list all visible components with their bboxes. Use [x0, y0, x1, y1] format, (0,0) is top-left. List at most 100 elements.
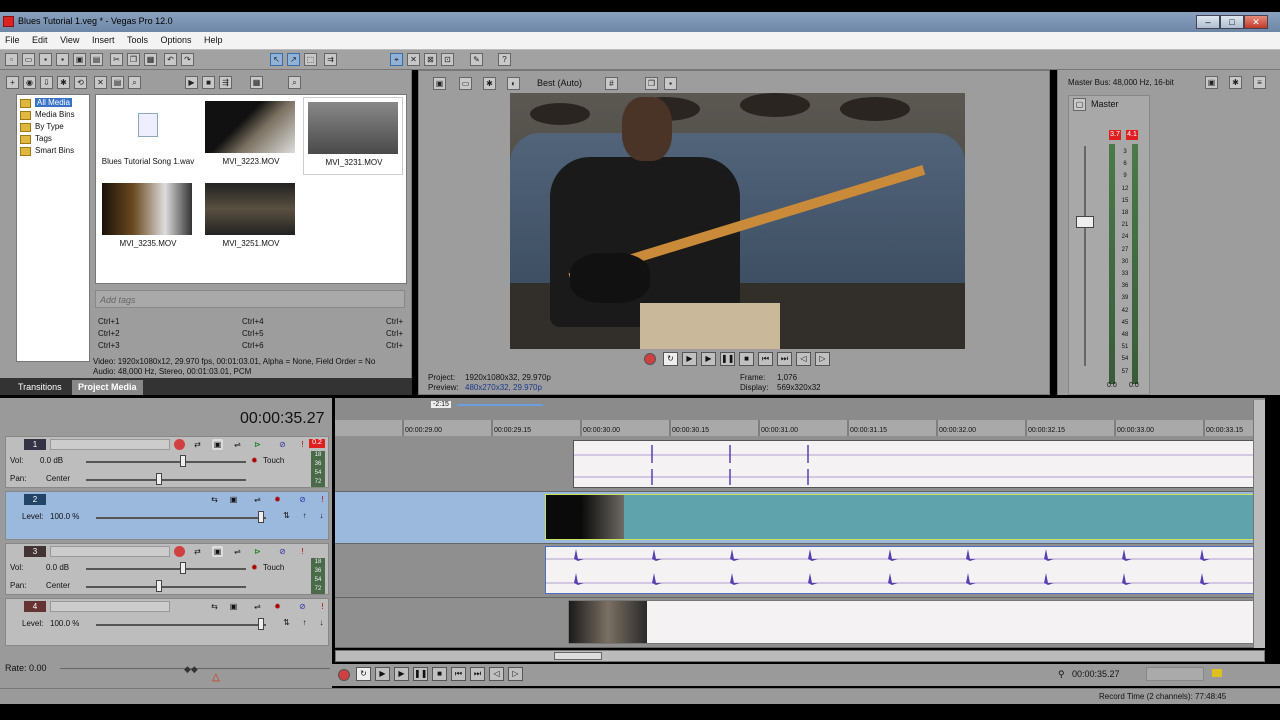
properties-icon[interactable]: ▤: [90, 53, 103, 66]
auto-crossfade-icon[interactable]: ✕: [407, 53, 420, 66]
automation-icon[interactable]: ⇌: [252, 601, 263, 612]
bypass-icon[interactable]: ▣: [212, 439, 223, 450]
mute-icon[interactable]: ⊘: [297, 494, 308, 505]
master-properties-icon[interactable]: ▣: [1205, 76, 1218, 89]
track-header-1[interactable]: 1 ⇄ ▣ ⇌ ⊳ ⊘ ! 0.2 18 36 54 72 Vol: 0.0 dB ✹…: [5, 436, 329, 488]
undo-icon[interactable]: ↶: [164, 53, 177, 66]
preview-properties-icon[interactable]: ▣: [433, 77, 446, 90]
solo-icon[interactable]: !: [297, 546, 308, 557]
tree-item-smart-bins[interactable]: Smart Bins: [35, 146, 74, 155]
remove-unused-icon[interactable]: ⟲: [74, 76, 87, 89]
capture-icon[interactable]: ◉: [23, 76, 36, 89]
tree-item-media-bins[interactable]: Media Bins: [35, 110, 75, 119]
preview-fx-icon[interactable]: ✱: [483, 77, 496, 90]
marker-icon[interactable]: ✎: [470, 53, 483, 66]
rate-knob[interactable]: ◆◆: [184, 664, 198, 675]
snap-icon[interactable]: ⌖: [390, 53, 403, 66]
track-header-4[interactable]: 4 ⇆ ▣ ⇌ ✹ ⊘ ! Level: 100.0 % ⇅ ↑ ↓: [5, 598, 329, 646]
split-screen-icon[interactable]: ◐: [507, 77, 520, 90]
fx-icon[interactable]: ⇄: [192, 439, 203, 450]
record-button[interactable]: [644, 353, 656, 365]
pause-button[interactable]: ❚❚: [413, 667, 428, 681]
new-icon[interactable]: ▫: [5, 53, 18, 66]
automation-mode-dropdown[interactable]: Touch: [263, 456, 284, 465]
external-monitor-icon[interactable]: ▭: [459, 77, 472, 90]
media-fx-icon[interactable]: ✱: [57, 76, 70, 89]
menu-file[interactable]: File: [0, 32, 25, 45]
views-icon[interactable]: ▦: [250, 76, 263, 89]
go-to-end-button[interactable]: ⏭: [470, 667, 485, 681]
volume-slider[interactable]: [86, 461, 246, 463]
lock-envelopes-icon[interactable]: ⊠: [424, 53, 437, 66]
media-item-selected[interactable]: MVI_3231.MOV: [303, 97, 403, 175]
automation-mode-dropdown[interactable]: Touch: [263, 563, 284, 572]
menu-help[interactable]: Help: [199, 32, 228, 45]
play-from-start-button[interactable]: ▶: [682, 352, 697, 366]
go-to-start-button[interactable]: ⏮: [758, 352, 773, 366]
timeline-horizontal-scrollbar[interactable]: [335, 650, 1265, 662]
normal-edit-tool-icon[interactable]: ↖: [270, 53, 283, 66]
video-event-2[interactable]: [545, 494, 1265, 540]
tree-item-by-type[interactable]: By Type: [35, 122, 64, 131]
help-pointer-icon[interactable]: ?: [498, 53, 511, 66]
go-to-end-button[interactable]: ⏭: [777, 352, 792, 366]
menu-insert[interactable]: Insert: [87, 32, 120, 45]
track-header-3[interactable]: 3 ⇄ ▣ ⇌ ⊳ ⊘ ! 18 36 54 72 Vol: 0.0 dB ✹ Tou…: [5, 543, 329, 595]
copy-icon[interactable]: ❐: [127, 53, 140, 66]
tree-item-all-media[interactable]: All Media: [35, 98, 72, 107]
audio-event-3[interactable]: [545, 546, 1265, 594]
pan-knob[interactable]: [156, 473, 162, 485]
track-fx-icon[interactable]: ▣: [228, 494, 239, 505]
ignore-grouping-icon[interactable]: ⊡: [441, 53, 454, 66]
video-event-4[interactable]: [568, 600, 1265, 644]
record-button[interactable]: [338, 669, 350, 681]
maximize-button[interactable]: □: [1220, 15, 1244, 29]
envelope-tool-icon[interactable]: ↗: [287, 53, 300, 66]
auto-preview-icon[interactable]: ⇶: [219, 76, 232, 89]
fx-icon[interactable]: ⇄: [192, 546, 203, 557]
solo-icon[interactable]: !: [317, 494, 328, 505]
solo-icon[interactable]: !: [317, 601, 328, 612]
composite-mode-icon[interactable]: ⇅: [281, 510, 292, 521]
pan-slider[interactable]: [86, 586, 246, 588]
master-fx-icon[interactable]: ✱: [1229, 76, 1242, 89]
track-name-field[interactable]: [50, 546, 170, 557]
timeline-area[interactable]: [335, 400, 1265, 648]
track-name-field[interactable]: [50, 439, 170, 450]
level-slider[interactable]: [96, 517, 266, 519]
child-icon[interactable]: ↓: [316, 617, 327, 628]
master-fader[interactable]: [1076, 216, 1094, 228]
menu-edit[interactable]: Edit: [27, 32, 53, 45]
volume-knob[interactable]: [180, 562, 186, 574]
autoripple-icon[interactable]: ⇉: [324, 53, 337, 66]
play-button[interactable]: ▶: [394, 667, 409, 681]
media-item[interactable]: MVI_3251.MOV: [201, 179, 301, 257]
track-motion-icon[interactable]: ⇆: [209, 601, 220, 612]
next-frame-button[interactable]: ▷: [508, 667, 523, 681]
paste-icon[interactable]: ▦: [144, 53, 157, 66]
child-icon[interactable]: ↓: [316, 510, 327, 521]
redo-icon[interactable]: ↷: [181, 53, 194, 66]
minimize-button[interactable]: –: [1196, 15, 1220, 29]
media-item[interactable]: Blues Tutorial Song 1.wav: [98, 97, 198, 175]
search-media-icon[interactable]: ⌕: [128, 76, 141, 89]
bypass-icon[interactable]: ▣: [212, 546, 223, 557]
track-name-field[interactable]: [50, 494, 170, 505]
loop-playback-button[interactable]: ↻: [356, 667, 371, 681]
solo-icon[interactable]: !: [297, 439, 308, 450]
import-media-icon[interactable]: +: [6, 76, 19, 89]
remove-media-icon[interactable]: ✕: [94, 76, 107, 89]
go-to-start-button[interactable]: ⏮: [451, 667, 466, 681]
compositing-icon[interactable]: ✹: [272, 601, 283, 612]
compositing-icon[interactable]: ✹: [272, 494, 283, 505]
automation-icon[interactable]: ⇌: [252, 494, 263, 505]
scrollbar-thumb[interactable]: [554, 652, 602, 660]
menu-view[interactable]: View: [55, 32, 84, 45]
close-button[interactable]: ✕: [1244, 15, 1268, 29]
save-icon[interactable]: ▪: [39, 53, 52, 66]
volume-slider[interactable]: [86, 568, 246, 570]
rate-reset-icon[interactable]: △: [212, 672, 220, 683]
mute-icon[interactable]: ⊘: [277, 439, 288, 450]
loop-playback-button[interactable]: ↻: [663, 352, 678, 366]
pause-button[interactable]: ❚❚: [720, 352, 735, 366]
